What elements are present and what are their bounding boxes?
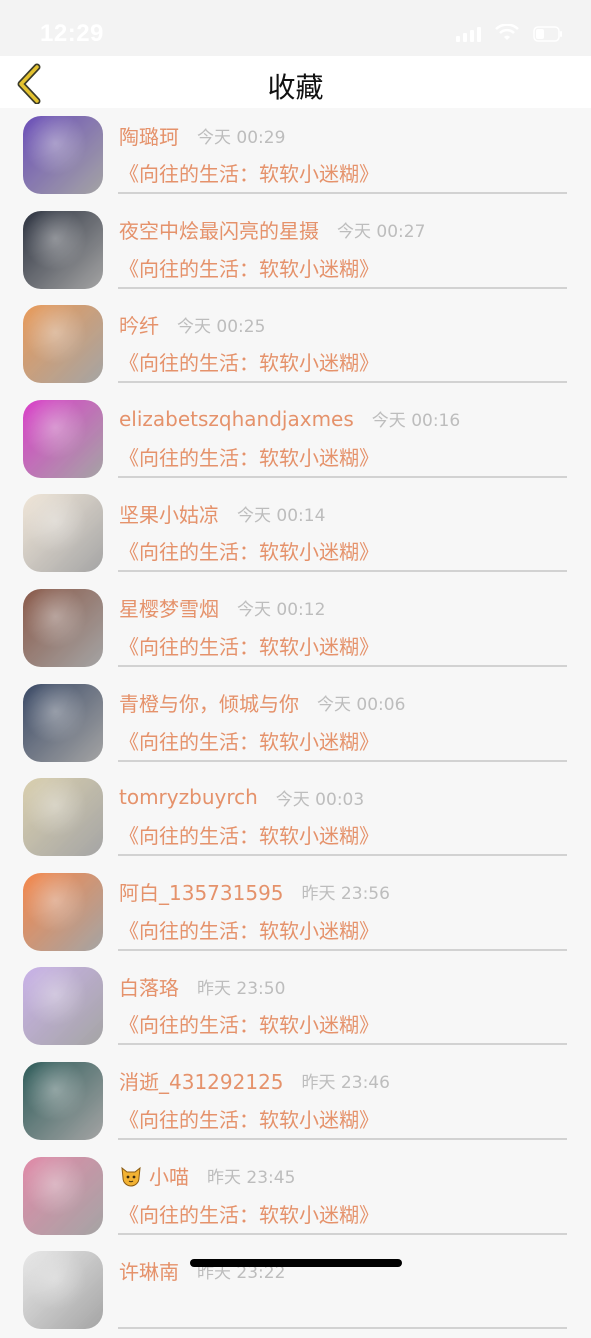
name-line: 昑纤 今天 00:25 — [119, 309, 265, 339]
content-title[interactable]: 《向往的生活：软软小迷糊》 — [119, 631, 379, 660]
content-title[interactable]: 《向往的生活：软软小迷糊》 — [119, 158, 379, 187]
user-name[interactable]: 昑纤 — [119, 310, 159, 339]
divider — [118, 1137, 567, 1140]
divider — [118, 854, 567, 857]
content-title[interactable]: 《向往的生活：软软小迷糊》 — [119, 1104, 379, 1133]
page-title: 收藏 — [267, 71, 324, 104]
content-title[interactable]: 《向往的生活：软软小迷糊》 — [119, 1009, 379, 1038]
avatar[interactable] — [23, 1061, 103, 1140]
favorite-row[interactable]: 小喵 昨天 23:45 《向往的生活：软软小迷糊》 — [0, 1149, 591, 1244]
content-title[interactable]: 《向往的生活：软软小迷糊》 — [119, 726, 379, 755]
divider — [118, 570, 567, 573]
name-line: 坚果小姑凉 今天 00:14 — [119, 498, 325, 528]
timestamp: 今天 00:27 — [337, 222, 426, 243]
name-line: elizabetszqhandjaxmes 今天 00:16 — [119, 404, 460, 434]
avatar[interactable] — [23, 588, 103, 667]
content-title[interactable]: 《向往的生活：软软小迷糊》 — [119, 253, 379, 282]
content-title[interactable]: 《向往的生活：软软小迷糊》 — [119, 915, 379, 944]
name-line: 夜空中烩最闪亮的星摄 今天 00:27 — [119, 215, 425, 245]
user-name[interactable]: 小喵 — [149, 1161, 189, 1190]
favorite-row[interactable]: 坚果小姑凉 今天 00:14 《向往的生活：软软小迷糊》 — [0, 486, 591, 581]
favorite-row[interactable]: 夜空中烩最闪亮的星摄 今天 00:27 《向往的生活：软软小迷糊》 — [0, 203, 591, 298]
name-line: tomryzbuyrch 今天 00:03 — [119, 782, 364, 812]
avatar[interactable] — [23, 967, 103, 1046]
content-title[interactable]: 《向往的生活：软软小迷糊》 — [119, 1199, 379, 1228]
avatar[interactable] — [23, 399, 103, 478]
user-name[interactable]: 消逝_431292125 — [119, 1066, 284, 1095]
user-name[interactable]: 星樱梦雪烟 — [119, 593, 219, 622]
divider — [118, 192, 567, 194]
timestamp: 今天 00:03 — [275, 789, 365, 810]
divider — [118, 286, 567, 289]
status-time: 12:29 — [40, 20, 104, 47]
status-icons — [456, 24, 563, 42]
favorite-row[interactable]: 星樱梦雪烟 今天 00:12 《向往的生活：软软小迷糊》 — [0, 581, 591, 676]
favorites-list: 陶璐珂 今天 00:29 《向往的生活：软软小迷糊》 夜空中烩最闪亮的星摄 今天 00:… — [0, 108, 591, 1338]
timestamp: 今天 00:25 — [177, 316, 266, 337]
favorite-row[interactable]: 阿白_135731595 昨天 23:56 《向往的生活：软软小迷糊》 — [0, 865, 591, 960]
name-line: 陶璐珂 今天 00:29 — [119, 120, 285, 150]
divider — [118, 381, 567, 384]
name-line: 星樱梦雪烟 今天 00:12 — [119, 593, 325, 623]
user-name[interactable]: elizabetszqhandjaxmes — [119, 407, 354, 431]
avatar[interactable] — [23, 305, 103, 384]
avatar[interactable] — [23, 872, 103, 951]
favorite-row[interactable]: 消逝_431292125 昨天 23:46 《向往的生活：软软小迷糊》 — [0, 1054, 591, 1149]
timestamp: 昨天 23:46 — [301, 1073, 390, 1094]
user-name[interactable]: 陶璐珂 — [119, 121, 179, 150]
timestamp: 今天 00:14 — [237, 505, 326, 526]
battery-icon — [533, 26, 563, 42]
cat-face-icon — [119, 1164, 143, 1188]
home-indicator — [190, 1259, 402, 1267]
user-name[interactable]: 夜空中烩最闪亮的星摄 — [119, 215, 319, 244]
divider — [118, 948, 567, 951]
favorite-row[interactable]: 青橙与你，倾城与你 今天 00:06 《向往的生活：软软小迷糊》 — [0, 676, 591, 771]
avatar[interactable] — [23, 116, 103, 194]
nav-bar: 收藏 — [0, 56, 591, 108]
avatar[interactable] — [23, 778, 103, 857]
user-name[interactable]: 阿白_135731595 — [119, 877, 284, 906]
timestamp: 今天 00:06 — [317, 695, 406, 716]
favorite-row[interactable]: 昑纤 今天 00:25 《向往的生活：软软小迷糊》 — [0, 297, 591, 392]
timestamp: 昨天 23:45 — [207, 1168, 296, 1189]
avatar[interactable] — [23, 210, 103, 289]
name-line: 阿白_135731595 昨天 23:56 — [119, 877, 390, 907]
timestamp: 今天 00:16 — [371, 411, 461, 432]
name-line: 白落珞 昨天 23:50 — [119, 971, 285, 1001]
timestamp: 今天 00:12 — [237, 600, 326, 621]
user-name[interactable]: tomryzbuyrch — [119, 785, 258, 809]
divider — [118, 1232, 567, 1235]
user-name[interactable]: 坚果小姑凉 — [119, 499, 219, 528]
avatar[interactable] — [23, 1156, 103, 1235]
favorite-row[interactable]: tomryzbuyrch 今天 00:03 《向往的生活：软软小迷糊》 — [0, 770, 591, 865]
divider — [118, 759, 567, 762]
favorite-row[interactable]: 陶璐珂 今天 00:29 《向往的生活：软软小迷糊》 — [0, 108, 591, 203]
status-bar: 12:29 — [0, 0, 591, 56]
divider — [118, 1327, 567, 1330]
divider — [118, 1043, 567, 1046]
signal-icon — [456, 24, 481, 42]
content-title[interactable]: 《向往的生活：软软小迷糊》 — [119, 442, 379, 471]
favorite-row[interactable]: 白落珞 昨天 23:50 《向往的生活：软软小迷糊》 — [0, 959, 591, 1054]
name-line: 青橙与你，倾城与你 今天 00:06 — [119, 688, 405, 718]
content-title[interactable]: 《向往的生活：软软小迷糊》 — [119, 536, 379, 565]
favorite-row[interactable]: elizabetszqhandjaxmes 今天 00:16 《向往的生活：软软小迷… — [0, 392, 591, 487]
content-title[interactable]: 《向往的生活：软软小迷糊》 — [119, 820, 379, 849]
avatar[interactable] — [23, 683, 103, 762]
user-name[interactable]: 青橙与你，倾城与你 — [119, 688, 299, 717]
timestamp: 昨天 23:50 — [197, 978, 286, 999]
favorite-row[interactable]: 许琳南 昨天 23:22 — [0, 1243, 591, 1338]
avatar[interactable] — [23, 494, 103, 573]
divider — [118, 475, 567, 478]
timestamp: 今天 00:29 — [197, 127, 286, 148]
divider — [118, 664, 567, 667]
content-title[interactable]: 《向往的生活：软软小迷糊》 — [119, 347, 379, 376]
timestamp: 昨天 23:56 — [301, 884, 390, 905]
wifi-icon — [495, 24, 519, 42]
avatar[interactable] — [23, 1251, 103, 1330]
name-line: 小喵 昨天 23:45 — [119, 1161, 295, 1191]
user-name[interactable]: 白落珞 — [119, 972, 179, 1001]
name-line: 消逝_431292125 昨天 23:46 — [119, 1066, 390, 1096]
user-name[interactable]: 许琳南 — [119, 1256, 179, 1285]
